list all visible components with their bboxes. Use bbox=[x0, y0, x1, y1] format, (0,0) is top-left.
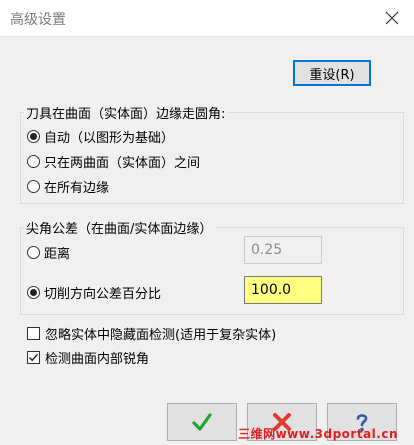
close-button[interactable] bbox=[376, 0, 408, 36]
distance-input: 0.25 bbox=[244, 236, 322, 264]
radio-auto-label: 自动（以图形为基础） bbox=[44, 131, 175, 146]
ok-button[interactable] bbox=[167, 403, 237, 441]
radio-selected-dot bbox=[30, 289, 37, 296]
window-title: 高级设置 bbox=[10, 12, 66, 28]
close-icon bbox=[385, 11, 399, 25]
radio-between-surfaces-label: 只在两曲面（实体面）之间 bbox=[44, 156, 201, 171]
radio-all-edges[interactable]: 在所有边缘 bbox=[27, 177, 109, 196]
watermark: 三维网www.3dportal.cn bbox=[238, 427, 398, 441]
checkmark-small-icon bbox=[29, 353, 39, 362]
check-sharp-corners[interactable]: 检测曲面内部锐角 bbox=[27, 348, 149, 367]
radio-selected-dot bbox=[30, 133, 37, 140]
checkmark-icon bbox=[192, 413, 212, 431]
percent-input[interactable]: 100.0 bbox=[244, 276, 322, 304]
radio-distance-circle[interactable] bbox=[27, 246, 40, 259]
radio-between-surfaces[interactable]: 只在两曲面（实体面）之间 bbox=[27, 152, 200, 171]
tolerance-group-title: 尖角公差（在曲面/实体面边缘） bbox=[24, 218, 216, 237]
radio-all-edges-circle[interactable] bbox=[27, 180, 40, 193]
check-ignore-hidden[interactable]: 忽略实体中隐藏面检测(适用于复杂实体) bbox=[27, 324, 276, 343]
check-ignore-hidden-box[interactable] bbox=[27, 327, 40, 340]
radio-percent[interactable]: 切削方向公差百分比 bbox=[27, 283, 161, 302]
reset-button[interactable]: 重设(R) bbox=[293, 60, 371, 86]
check-sharp-corners-box[interactable] bbox=[27, 351, 40, 364]
radio-between-surfaces-circle[interactable] bbox=[27, 155, 40, 168]
radio-auto[interactable]: 自动（以图形为基础） bbox=[27, 127, 174, 146]
radio-distance[interactable]: 距离 bbox=[27, 243, 70, 262]
rounding-group-title: 刀具在曲面（实体面）边缘走圆角: bbox=[24, 103, 229, 122]
radio-percent-label: 切削方向公差百分比 bbox=[44, 287, 162, 302]
check-sharp-corners-label: 检测曲面内部锐角 bbox=[45, 352, 150, 367]
radio-distance-label: 距离 bbox=[44, 247, 71, 262]
radio-all-edges-label: 在所有边缘 bbox=[44, 181, 110, 196]
check-ignore-hidden-label: 忽略实体中隐藏面检测(适用于复杂实体) bbox=[45, 328, 277, 343]
title-bar: 高级设置 bbox=[0, 0, 414, 37]
radio-percent-circle[interactable] bbox=[27, 286, 40, 299]
radio-auto-circle[interactable] bbox=[27, 130, 40, 143]
